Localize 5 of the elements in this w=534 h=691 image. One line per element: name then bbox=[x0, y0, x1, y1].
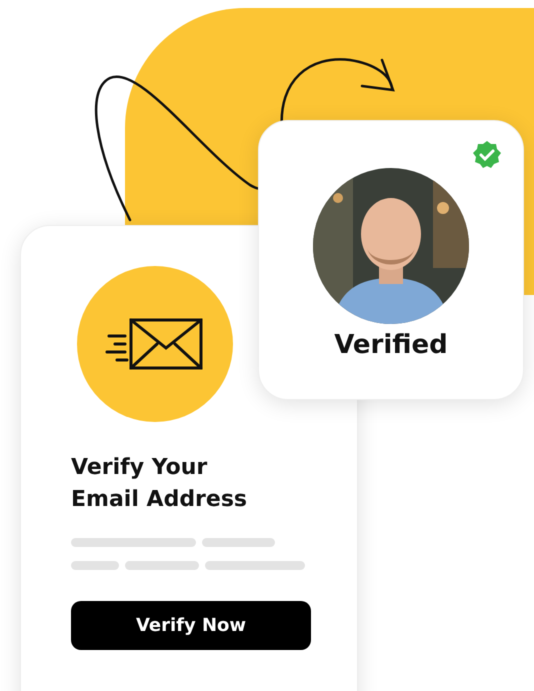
card-title: Verify Your Email Address bbox=[71, 454, 248, 514]
verify-button[interactable]: Verify Now bbox=[71, 601, 311, 650]
envelope-icon bbox=[105, 316, 205, 372]
verified-label: Verified bbox=[334, 330, 448, 360]
placeholder-line bbox=[71, 561, 119, 570]
